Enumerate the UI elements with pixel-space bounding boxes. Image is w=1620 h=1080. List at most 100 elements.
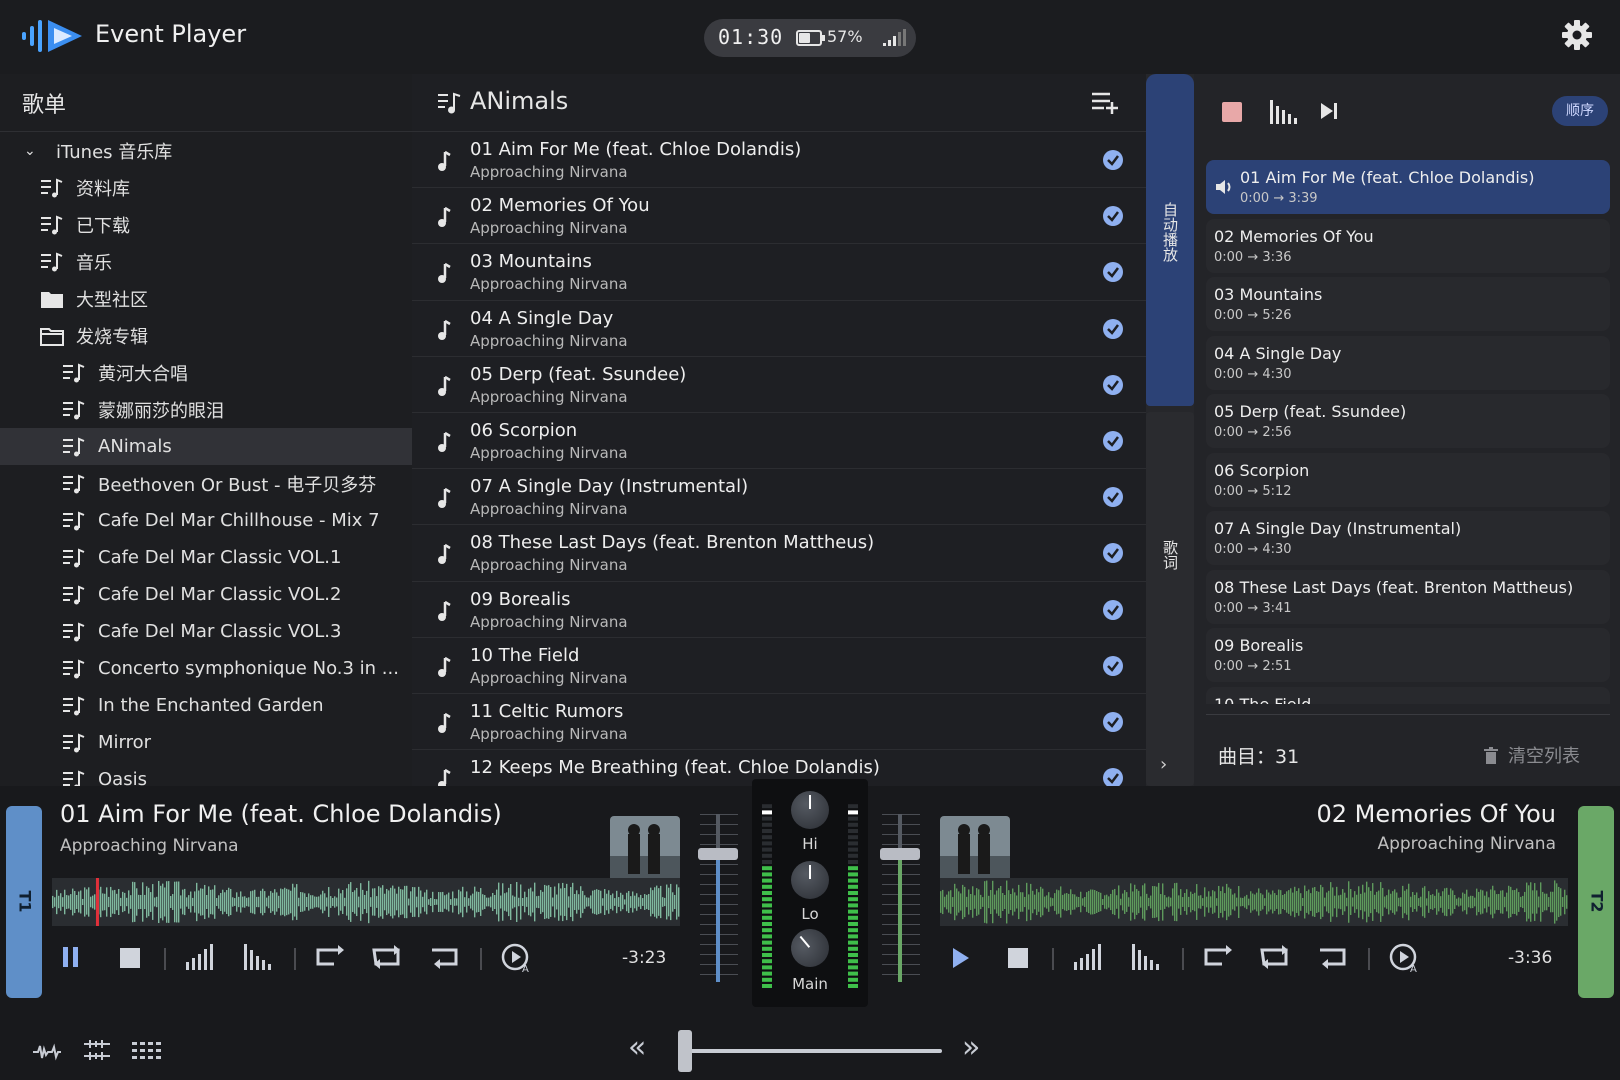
queue-item[interactable]: 08 These Last Days (feat. Brenton Matthe… [1206,569,1610,624]
library-item[interactable]: In the Enchanted Garden [0,687,412,724]
check-circle-icon[interactable] [1102,318,1124,340]
check-circle-icon[interactable] [1102,655,1124,677]
library-item-label: Concerto symphonique No.3 in ... [98,658,399,679]
library-item[interactable]: Cafe Del Mar Classic VOL.3 [0,613,412,650]
status-pill: 01:30 57% [704,19,916,57]
library-item[interactable]: 大型社区 [0,280,412,317]
check-circle-icon[interactable] [1102,261,1124,283]
deck2-volume-fader[interactable] [880,848,920,860]
track-row[interactable]: 11 Celtic Rumors Approaching Nirvana [412,694,1146,751]
track-row[interactable]: 07 A Single Day (Instrumental) Approachin… [412,469,1146,526]
split-waveform-icon[interactable] [82,1038,112,1062]
main-volume-knob[interactable] [783,921,837,975]
chevron-right-icon[interactable]: › [1160,754,1167,775]
deck2-stop-button[interactable] [1008,948,1028,968]
deck1-autoplay-icon[interactable]: A [500,942,532,974]
library-item[interactable]: ANimals [0,428,412,465]
deck1-tab[interactable]: T1 [6,806,42,998]
queue-item[interactable]: 09 Borealis 0:00 → 2:51 [1206,628,1610,682]
settings-gear-icon[interactable] [1560,18,1594,52]
library-item[interactable]: 蒙娜丽莎的眼泪 [0,391,412,428]
track-row[interactable]: 03 Mountains Approaching Nirvana [412,244,1146,301]
library-root[interactable]: ⌄ iTunes 音乐库 [0,132,412,169]
deck2-eq-icon[interactable] [1130,942,1162,972]
library-item[interactable]: 已下载 [0,206,412,243]
library-item[interactable]: 黄河大合唱 [0,354,412,391]
track-row[interactable]: 05 Derp (feat. Ssundee) Approaching Nirva… [412,357,1146,413]
library-item[interactable]: Oasis [0,761,412,786]
deck1-loop-out-icon[interactable] [428,944,462,970]
add-to-queue-icon[interactable] [1090,90,1120,114]
crossfade-right-button[interactable]: » [962,1030,980,1065]
deck1-loop-icon[interactable] [370,944,404,970]
library-item[interactable]: Beethoven Or Bust - 电子贝多芬 [0,465,412,502]
deck1-volume-bars-icon[interactable] [184,942,216,972]
music-note-icon [438,544,451,565]
check-circle-icon[interactable] [1102,542,1124,564]
check-circle-icon[interactable] [1102,767,1124,786]
check-circle-icon[interactable] [1102,374,1124,396]
queue-item-title: 07 A Single Day (Instrumental) [1214,519,1462,538]
skip-next-icon[interactable] [1318,100,1340,122]
track-row[interactable]: 01 Aim For Me (feat. Chloe Dolandis) Appr… [412,132,1146,189]
check-circle-icon[interactable] [1102,149,1124,171]
clear-queue-button[interactable]: 清空列表 [1484,742,1580,768]
queue-item[interactable]: 05 Derp (feat. Ssundee) 0:00 → 2:56 [1206,394,1610,448]
deck2-volume-bars-icon[interactable] [1072,942,1104,972]
library-item[interactable]: Cafe Del Mar Classic VOL.2 [0,576,412,613]
deck2-waveform[interactable] [940,878,1568,926]
deck2-play-button[interactable] [950,946,972,970]
track-row[interactable]: 10 The Field Approaching Nirvana [412,638,1146,694]
library-item[interactable]: Mirror [0,724,412,761]
library-item[interactable]: 发烧专辑 [0,317,412,354]
lo-eq-knob[interactable] [791,861,829,899]
deck2-artist: Approaching Nirvana [1377,834,1556,854]
queue-item[interactable]: 06 Scorpion 0:00 → 5:12 [1206,452,1610,507]
queue-item[interactable]: 03 Mountains 0:00 → 5:26 [1206,277,1610,331]
library-item[interactable]: Cafe Del Mar Chillhouse - Mix 7 [0,502,412,539]
deck1-eq-icon[interactable] [242,942,274,972]
queue-item[interactable]: 10 The Field [1206,686,1610,704]
deck2-autoplay-icon[interactable]: A [1388,942,1420,974]
crossfade-left-button[interactable]: « [628,1030,646,1065]
grid-waveform-icon[interactable] [130,1038,162,1062]
library-item[interactable]: Cafe Del Mar Classic VOL.1 [0,539,412,576]
deck2-loop-out-icon[interactable] [1316,944,1350,970]
queue-item[interactable]: 07 A Single Day (Instrumental) 0:00 → 4:3… [1206,511,1610,565]
tab-autoplay[interactable]: 自动播放 [1146,74,1194,406]
track-row[interactable]: 06 Scorpion Approaching Nirvana [412,413,1146,470]
library-item[interactable]: 音乐 [0,243,412,280]
track-row[interactable]: 09 Borealis Approaching Nirvana [412,582,1146,638]
deck1-volume-fader[interactable] [698,848,738,860]
chevron-down-icon[interactable]: ⌄ [24,143,42,159]
tab-lyrics[interactable]: 歌词 [1146,412,1194,786]
deck1-loop-in-icon[interactable] [312,944,346,970]
check-circle-icon[interactable] [1102,711,1124,733]
waveform-view-icon[interactable] [32,1040,62,1064]
queue-item[interactable]: 04 A Single Day 0:00 → 4:30 [1206,335,1610,390]
queue-stop-button[interactable] [1222,102,1242,122]
deck1-stop-button[interactable] [120,948,140,968]
crossfader-handle[interactable] [678,1030,692,1072]
deck2-loop-in-icon[interactable] [1200,944,1234,970]
deck1-pause-button[interactable] [60,944,82,970]
check-circle-icon[interactable] [1102,486,1124,508]
track-row[interactable]: 02 Memories Of You Approaching Nirvana [412,188,1146,245]
check-circle-icon[interactable] [1102,205,1124,227]
check-circle-icon[interactable] [1102,599,1124,621]
equalizer-icon[interactable] [1268,96,1298,126]
hi-eq-knob[interactable] [791,791,829,829]
deck1-waveform[interactable] [52,878,680,926]
queue-item-time: 0:00 → 2:51 [1214,659,1292,674]
order-mode-button[interactable]: 顺序 [1552,96,1608,126]
deck2-loop-icon[interactable] [1258,944,1292,970]
deck2-tab[interactable]: T2 [1578,806,1614,998]
check-circle-icon[interactable] [1102,430,1124,452]
library-item[interactable]: 资料库 [0,169,412,206]
track-row[interactable]: 04 A Single Day Approaching Nirvana [412,301,1146,357]
queue-item[interactable]: 02 Memories Of You 0:00 → 3:36 [1206,218,1610,273]
library-item[interactable]: Concerto symphonique No.3 in ... [0,650,412,687]
track-row[interactable]: 08 These Last Days (feat. Brenton Matthe… [412,525,1146,582]
queue-item[interactable]: 01 Aim For Me (feat. Chloe Dolandis) 0:00… [1206,160,1610,214]
track-title: 01 Aim For Me (feat. Chloe Dolandis) [470,139,802,160]
